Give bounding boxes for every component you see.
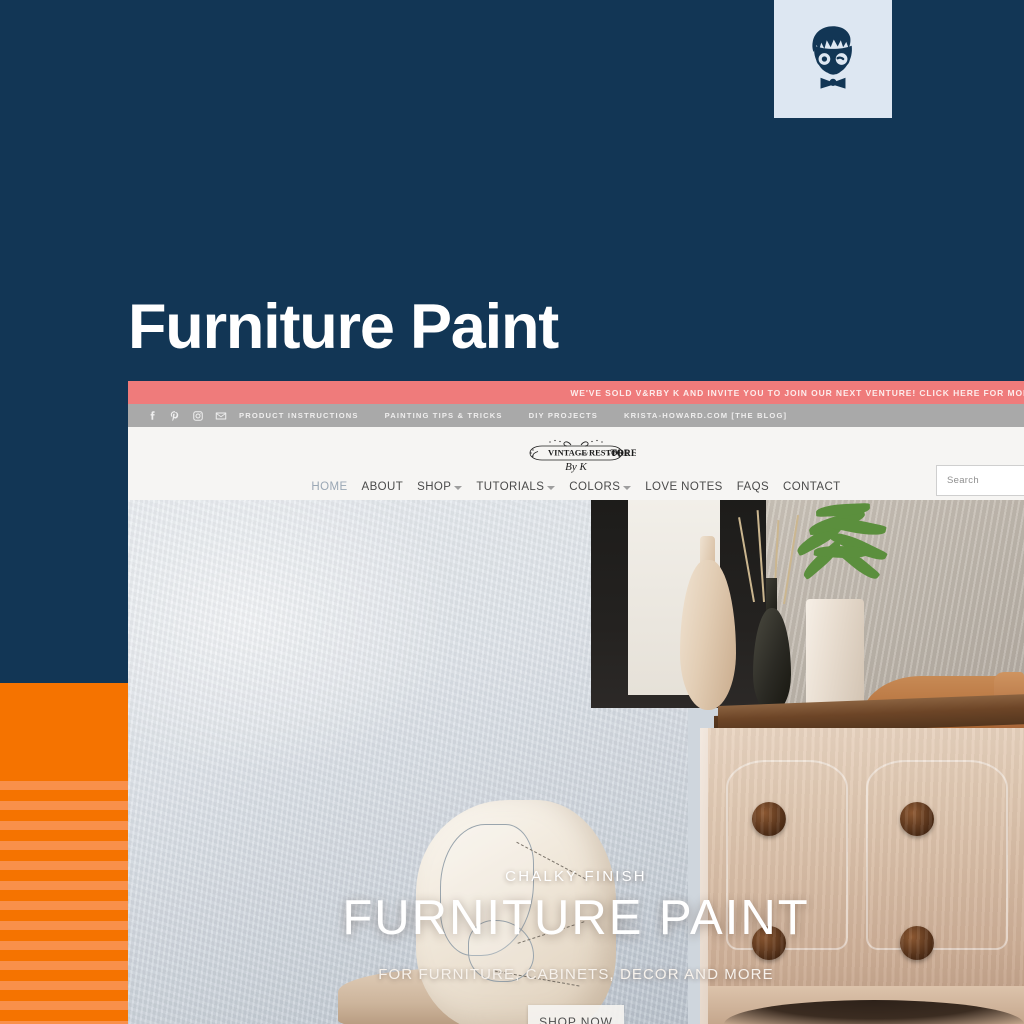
nav-label: LOVE NOTES (645, 481, 723, 493)
svg-text:By K: By K (565, 461, 587, 473)
nav-item-faqs[interactable]: FAQS (737, 481, 769, 493)
hero-photo (128, 500, 1024, 1024)
orange-stripe-pattern (0, 770, 128, 1024)
brand-logo-tile (774, 0, 892, 118)
drawer-knob (900, 802, 934, 836)
nav-item-love-notes[interactable]: LOVE NOTES (645, 481, 723, 493)
chevron-down-icon (547, 486, 556, 490)
facebook-icon[interactable] (146, 410, 158, 422)
svg-text:and: and (582, 451, 589, 456)
hero-section: CHALKY FINISH FURNITURE PAINT FOR FURNIT… (128, 500, 1024, 1024)
announcement-text[interactable]: WE'VE SOLD V&RBY K AND INVITE YOU TO JOI… (570, 388, 1024, 398)
utility-link-product-instructions[interactable]: PRODUCT INSTRUCTIONS (239, 411, 359, 420)
boy-with-glasses-and-bowtie-icon (794, 20, 872, 98)
nav-label: FAQS (736, 481, 770, 493)
page-title: Furniture Paint (128, 292, 559, 363)
site-logo[interactable]: VINTAGE x VINTAGE and RESTORE VINTAGE an… (516, 435, 636, 479)
search-placeholder: Search (947, 475, 979, 486)
drawer-panel-outline (866, 760, 1008, 950)
social-links (146, 410, 227, 422)
instagram-icon[interactable] (192, 410, 204, 422)
website-screenshot: WE'VE SOLD V&RBY K AND INVITE YOU TO JOI… (128, 381, 1024, 1024)
search-input[interactable]: Search (936, 465, 1024, 496)
nav-label: SHOP (417, 481, 452, 493)
drawer-knob (900, 926, 934, 960)
nav-item-tutorials[interactable]: TUTORIALS (476, 481, 556, 493)
chevron-down-icon (623, 486, 632, 490)
nav-label: CONTACT (783, 481, 841, 493)
site-header: VINTAGE x VINTAGE and RESTORE VINTAGE an… (128, 427, 1024, 500)
nav-label: COLORS (569, 481, 621, 493)
utility-bar: PRODUCT INSTRUCTIONS PAINTING TIPS & TRI… (128, 404, 1024, 427)
nav-label: HOME (311, 481, 348, 493)
drawer-panel-outline (726, 760, 848, 950)
map-print-pillow (416, 800, 616, 1024)
nav-label: TUTORIALS (476, 481, 545, 493)
nav-label: ABOUT (361, 481, 404, 493)
utility-link-painting-tips[interactable]: PAINTING TIPS & TRICKS (385, 411, 503, 420)
pinterest-icon[interactable] (169, 410, 181, 422)
drawer-knob (752, 926, 786, 960)
announcement-bar[interactable]: WE'VE SOLD V&RBY K AND INVITE YOU TO JOI… (128, 381, 1024, 404)
orange-accent-panel (0, 683, 128, 1024)
nav-item-colors[interactable]: COLORS (569, 481, 632, 493)
primary-nav: HOME ABOUT SHOP TUTORIALS COLORS LOVE NO… (128, 474, 1024, 500)
utility-link-blog[interactable]: KRISTA-HOWARD.COM [THE BLOG] (624, 411, 787, 420)
utility-links: PRODUCT INSTRUCTIONS PAINTING TIPS & TRI… (239, 411, 787, 420)
nav-item-contact[interactable]: CONTACT (783, 481, 841, 493)
drawer-knob (752, 802, 786, 836)
utility-link-diy-projects[interactable]: DIY PROJECTS (529, 411, 598, 420)
nav-item-about[interactable]: ABOUT (362, 481, 404, 493)
chevron-down-icon (454, 486, 463, 490)
nav-item-shop[interactable]: SHOP (417, 481, 463, 493)
nav-item-home[interactable]: HOME (311, 481, 347, 493)
pillow-map-print (416, 800, 616, 1024)
white-planter (806, 599, 864, 711)
svg-text:RESTORE: RESTORE (589, 448, 630, 458)
sideboard-body (708, 728, 1024, 1024)
email-icon[interactable] (215, 410, 227, 422)
